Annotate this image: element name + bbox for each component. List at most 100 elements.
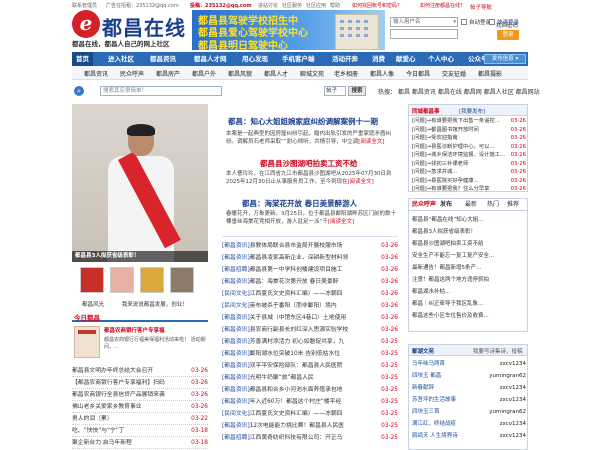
list-item[interactable]: [都昌资讯]都昌：海棠花次第开放 春日美景醉 03-26 bbox=[222, 276, 398, 288]
list-item[interactable]: 吃、“快快”与“宁”丁 03-18 bbox=[72, 425, 208, 437]
list-item[interactable]: [都昌资讯]都昌县和合乡小河池水面养殖承包地 03-25 bbox=[222, 384, 398, 396]
subnav-item-today[interactable]: 今日都昌 bbox=[406, 69, 430, 78]
hot-link-1[interactable]: 都昌 bbox=[398, 89, 410, 96]
list-item[interactable]: 四块玉三首 yumingran62 bbox=[412, 407, 526, 417]
publish-button[interactable]: 发布信息 ▾ bbox=[484, 54, 526, 64]
tab-hot[interactable]: 热门 bbox=[487, 199, 499, 211]
list-item[interactable]: [民间文化]江西夏氏文史资料汇编）——冻朝四 03-25 bbox=[222, 408, 398, 420]
tab-latest[interactable]: 最新 bbox=[465, 199, 477, 211]
poetry-submit-link[interactable]: 我要写诗集诗，投稿 bbox=[473, 347, 523, 355]
list-item[interactable]: [都昌资讯]都昌县凌家高新企业，深耕新型材料领 03-26 bbox=[222, 252, 398, 264]
header-banner-ad[interactable]: 都昌县驾驶学校招生中 都昌县爱心驾驶学校中心 都昌县明日驾驶中心 bbox=[192, 10, 385, 50]
list-item[interactable]: [都昌资讯]鄱阳湖水位突破10米 告别低枯水位 03-25 bbox=[222, 348, 398, 360]
contact-admin-link[interactable]: 联系管理员 bbox=[72, 2, 97, 9]
subnav-item-voice[interactable]: 民众呼声 bbox=[120, 69, 144, 78]
tab-public-voice[interactable]: 民众呼声 bbox=[412, 199, 436, 211]
list-item[interactable]: [都昌招聘]都昌县第一中学科创楼建设项目施工 03-26 bbox=[222, 264, 398, 276]
hot-link-3[interactable]: 都昌在线 bbox=[438, 89, 462, 96]
post-nav-link[interactable]: 帖子导航 bbox=[470, 3, 492, 11]
subnav-item-house[interactable]: 都昌房产 bbox=[156, 69, 180, 78]
search-button[interactable]: 搜索 bbox=[348, 86, 366, 96]
list-item[interactable]: [都昌资讯]12次电能能力挑比赛！都昌县人民医 03-25 bbox=[222, 420, 398, 432]
remember-checkbox[interactable] bbox=[461, 19, 467, 25]
read-more-link[interactable]: [阅读全文] bbox=[358, 139, 384, 145]
hot-link-6[interactable]: 都昌网站 bbox=[516, 89, 540, 96]
subnav-item-photo[interactable]: 都昌摄影 bbox=[478, 69, 502, 78]
list-item[interactable]: [问题]→有谁要把我下出售一条遥控... 03-26 bbox=[412, 117, 526, 126]
thumb-2[interactable] bbox=[110, 267, 134, 293]
list-item[interactable]: 都昌县3人拟获省级表彰！ bbox=[412, 227, 526, 237]
list-item[interactable]: [民间文化]江西夏氏文史资料汇编）——冻朝四 03-26 bbox=[222, 288, 398, 300]
nav-home[interactable]: 首页 bbox=[72, 52, 93, 66]
list-item[interactable]: 佛山老乡关爱家乡教育事业 03-26 bbox=[72, 401, 208, 413]
top-link-4[interactable]: 帮助 bbox=[330, 2, 340, 9]
site-logo[interactable]: e 都昌在线 bbox=[72, 10, 192, 40]
nav-activities[interactable]: 活动开奔 bbox=[332, 52, 358, 66]
thumb-link-2[interactable]: 我来说说都昌发展，创业！ bbox=[122, 302, 188, 308]
list-item[interactable]: 满江红，终结战疫 zxcv1234 bbox=[412, 419, 526, 429]
list-item[interactable]: [都昌资讯]县农商行副县长刘红深入思源实验学校 03-26 bbox=[222, 324, 398, 336]
list-item[interactable]: [问题]→县医院买好孕健康... 03-26 bbox=[412, 177, 526, 186]
feature-photo[interactable]: 都昌县3人拟获省级表彰！ bbox=[72, 104, 208, 262]
headline-2[interactable]: 都昌县沙图湖吧拍卖工资不给 bbox=[260, 158, 358, 169]
today-ad-image[interactable] bbox=[74, 326, 100, 358]
subnav-item-outdoor[interactable]: 都昌户外 bbox=[192, 69, 216, 78]
list-item[interactable]: [都昌资讯]年入近60万！都昌这个村庄“楼平经 03-25 bbox=[222, 396, 398, 408]
list-item[interactable]: 都昌湖水补枯... bbox=[412, 287, 526, 297]
subnav-item-literature[interactable]: 聊城文苑 bbox=[300, 69, 324, 78]
list-item[interactable]: [都昌资讯]双平平安保险部队：都昌县人民医院 03-25 bbox=[222, 360, 398, 372]
list-item[interactable]: [问题]→城乡保洁环境监督、设计施工... 03-26 bbox=[412, 151, 526, 160]
nav-news[interactable]: 都昌资讯 bbox=[150, 52, 176, 66]
list-item[interactable]: 【都昌农商银行客户专享福利】扫码 03-26 bbox=[72, 377, 208, 389]
nav-community[interactable]: 进入社区 bbox=[108, 52, 134, 66]
find-password-link[interactable]: 找回密码 bbox=[496, 21, 518, 29]
list-item[interactable]: 聚企新台力 启马年新程 03-18 bbox=[72, 437, 208, 449]
nav-consume[interactable]: 消费 bbox=[372, 52, 385, 66]
subnav-item-people[interactable]: 都昌人像 bbox=[370, 69, 394, 78]
subnav-item-album[interactable]: 老乡相册 bbox=[334, 69, 358, 78]
list-item[interactable]: 新春献辞 zxcv1234 bbox=[412, 383, 526, 393]
list-item[interactable]: 都昌县“都昌在线”知心大姐... bbox=[412, 215, 526, 225]
list-item[interactable]: 最新通告！都昌新增5条产... bbox=[412, 263, 526, 273]
search-input[interactable]: 搜索其实很简单！ bbox=[100, 86, 222, 96]
nav-charity[interactable]: 献爱心 bbox=[396, 52, 416, 66]
tab-publish[interactable]: 发布 bbox=[440, 199, 452, 211]
hot-link-5[interactable]: 都昌人社区 bbox=[484, 89, 514, 96]
nav-mobile-app[interactable]: 手机客户端 bbox=[282, 52, 315, 66]
quick-login-checkbox[interactable] bbox=[489, 19, 495, 25]
list-item[interactable]: [问题]→县医诊断护理中心，可以... 03-26 bbox=[412, 143, 526, 152]
list-item[interactable]: [都昌资讯]芳香满村添活力 初心如磐促共享，九 03-25 bbox=[222, 336, 398, 348]
list-item[interactable]: 男人的泪（累） 03-22 bbox=[72, 413, 208, 425]
list-item[interactable]: 马年咏马两首 zxcv1234 bbox=[412, 359, 526, 369]
list-item[interactable]: [都昌资讯]关于县城（中馆东区4巷口）土地使用 03-26 bbox=[222, 312, 398, 324]
subnav-item-news[interactable]: 都昌资讯 bbox=[84, 69, 108, 78]
read-more-link[interactable]: [阅读全文] bbox=[348, 179, 374, 185]
thumb-3[interactable] bbox=[140, 267, 164, 293]
list-item[interactable]: [问题]→都昌图书馆开放时间 03-26 bbox=[412, 126, 526, 135]
list-item[interactable]: [问题]→有谁要把我？住么分早享 03-26 bbox=[412, 185, 526, 192]
top-link-3[interactable]: 社区应用 bbox=[306, 2, 326, 9]
top-link-1[interactable]: 进站讨论 bbox=[258, 2, 278, 9]
headline-3[interactable]: 都昌：海棠花开放 春日美景醉游人 bbox=[242, 198, 357, 209]
thumb-link-1[interactable]: 都昌风光 bbox=[82, 302, 104, 308]
list-item[interactable]: 都昌这些小区车位售价及收费... bbox=[412, 311, 526, 321]
top-link-2[interactable]: 社区服务 bbox=[282, 2, 302, 9]
list-item[interactable]: [都昌招聘]江西黄奇纺织科技有限公司：开正马 03-25 bbox=[222, 432, 398, 444]
username-input[interactable]: 输入用户名 ▾ bbox=[390, 17, 458, 27]
list-item[interactable]: [问题]→受欢迎指南 03-26 bbox=[412, 134, 526, 143]
login-button[interactable]: 登录 bbox=[497, 30, 519, 40]
nav-jobs[interactable]: 都昌人才网 bbox=[194, 52, 227, 66]
list-item[interactable]: [都昌资讯]光明牛奶聚“旅”都昌人民 03-25 bbox=[222, 372, 398, 384]
list-item[interactable]: [民间文化]英布被杀于番阳（而非鄱阳）境内 03-26 bbox=[222, 300, 398, 312]
list-item[interactable]: 都昌农商银行全县信贷产品展销来袭 03-26 bbox=[72, 389, 208, 401]
hot-link-4[interactable]: 都昌网 bbox=[464, 89, 482, 96]
list-item[interactable]: [问题]→找初三补课老师 03-26 bbox=[412, 160, 526, 169]
read-more-link[interactable]: [阅读全文] bbox=[328, 219, 354, 225]
forgot-account-link[interactable]: 如何找回帐号和密码？ bbox=[352, 2, 402, 9]
list-item[interactable]: 都昌县文明办年终总结大会召开 03-26 bbox=[72, 365, 208, 377]
subnav-item-scenery[interactable]: 都昌风貌 bbox=[228, 69, 252, 78]
list-item[interactable]: [都昌资讯]县教体局联合县市监局开展校服市场 03-26 bbox=[222, 240, 398, 252]
list-item[interactable]: 四块玉 都昌 yumingran62 bbox=[412, 371, 526, 381]
list-item[interactable]: 鹧鸪天 人生境界诗 zxcv1234 bbox=[412, 431, 526, 441]
list-item[interactable]: 注意！都昌这两个地方违停抓拍 bbox=[412, 275, 526, 285]
